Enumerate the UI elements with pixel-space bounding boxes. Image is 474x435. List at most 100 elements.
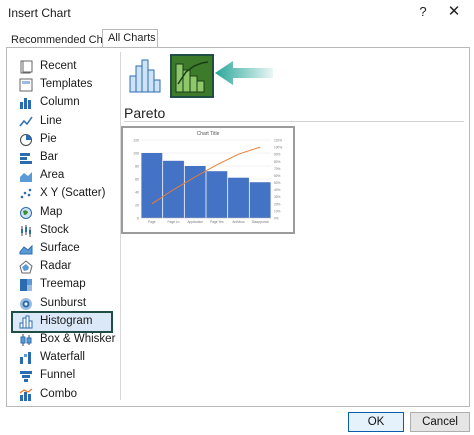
y-tick-label: 60 (135, 178, 139, 182)
histogram-subtype-icon[interactable] (127, 58, 163, 94)
preview-chart-title: Chart Title (196, 131, 220, 137)
sidebar-item-label: Funnel (40, 369, 76, 382)
map-chart-icon (19, 206, 33, 220)
sidebar-item-label: Waterfall (40, 351, 85, 364)
sidebar-item-label: Treemap (40, 278, 86, 291)
sidebar-item-label: Map (40, 205, 63, 218)
y2-tick-label: 90% (274, 153, 281, 157)
waterfall-chart-icon (19, 351, 33, 365)
sidebar-item-label: Recent (40, 60, 77, 72)
all-charts-panel: Recent Templates Column Line Pie Bar Area X Y (… (6, 47, 470, 407)
bar (228, 177, 249, 218)
sidebar-item-templates[interactable]: Templates (13, 76, 111, 94)
title-separator (124, 121, 464, 122)
x-tick-label: Application (187, 220, 203, 224)
y2-tick-label: 30% (274, 195, 281, 199)
sidebar-item-area[interactable]: Area (13, 167, 111, 185)
x-tick-label: Page Yes (210, 220, 224, 224)
sidebar-item-radar[interactable]: Radar (13, 258, 111, 276)
sidebar-item-column[interactable]: Column (13, 94, 111, 112)
sidebar-item-label: Bar (40, 151, 58, 163)
sidebar-item-label: X Y (Scatter) (40, 187, 106, 200)
treemap-chart-icon (19, 278, 33, 292)
help-button[interactable]: ? (412, 2, 434, 22)
pareto-chart: 0 20 40 60 80 100 120 0% 10% 20% 30% 40% 50% 60% 70% 80… (133, 139, 282, 225)
box-whisker-chart-icon (19, 333, 33, 347)
x-tick-label: Page Ln (168, 220, 180, 224)
sidebar-item-sunburst[interactable]: Sunburst (13, 295, 111, 313)
funnel-chart-icon (19, 369, 33, 383)
title-bar: Insert Chart ? ✕ (0, 0, 474, 26)
sidebar-item-label: Sunburst (40, 296, 87, 309)
y-tick-label: 80 (135, 165, 139, 169)
y2-tick-label: 0% (274, 217, 279, 221)
y2-tick-label: 100% (274, 146, 282, 150)
surface-chart-icon (19, 242, 33, 256)
sidebar-item-histogram[interactable]: Histogram (11, 310, 113, 333)
combo-chart-icon (19, 388, 33, 402)
pie-chart-icon (19, 133, 33, 147)
y2-tick-label: 10% (274, 209, 281, 213)
stock-chart-icon (19, 224, 33, 238)
sidebar-item-label: Combo (40, 387, 78, 400)
bar (249, 182, 271, 218)
sidebar-item-label: Column (40, 96, 80, 109)
y2-tick-label: 80% (274, 160, 281, 164)
sidebar-item-stock[interactable]: Stock (13, 222, 111, 240)
area-chart-icon (19, 169, 33, 183)
sidebar-item-recent[interactable]: Recent (13, 58, 111, 76)
sidebar-item-bar[interactable]: Bar (13, 149, 111, 167)
sidebar-item-label: Area (40, 169, 65, 182)
y2-tick-label: 60% (274, 174, 281, 178)
bar (206, 171, 228, 218)
pareto-subtype-icon[interactable] (170, 54, 214, 98)
y2-tick-label: 40% (274, 188, 281, 192)
sidebar-item-label: Pie (40, 132, 57, 145)
sidebar-item-treemap[interactable]: Treemap (13, 276, 111, 294)
scatter-chart-icon (19, 187, 33, 201)
y2-tick-label: 20% (274, 202, 281, 206)
arrow-icon (215, 60, 273, 89)
sidebar-item-x-y-scatter[interactable]: X Y (Scatter) (13, 185, 111, 203)
sidebar-item-label: Stock (40, 223, 69, 236)
x-tick-label: Disapproval (252, 220, 269, 224)
close-button[interactable]: ✕ (443, 2, 465, 22)
column-chart-icon (19, 96, 33, 110)
bar (141, 153, 163, 218)
sidebar-item-label: Histogram (40, 314, 93, 327)
y-tick-label: 0 (137, 217, 139, 221)
sidebar-item-surface[interactable]: Surface (13, 240, 111, 258)
selected-chart-title: Pareto (124, 105, 166, 121)
sidebar-item-waterfall[interactable]: Waterfall (13, 349, 111, 367)
y-tick-label: 100 (133, 152, 139, 156)
y2-tick-label: 110% (274, 139, 282, 143)
sidebar-item-line[interactable]: Line (13, 113, 111, 131)
chart-preview[interactable]: Chart Title 0 20 40 60 80 100 120 0% 10% 20% 30% 40… (121, 126, 295, 234)
histogram-chart-icon (19, 315, 33, 329)
templates-icon (19, 78, 33, 92)
sidebar-item-funnel[interactable]: Funnel (13, 367, 111, 385)
sidebar-item-label: Templates (40, 78, 93, 91)
recent-icon (19, 60, 33, 74)
y-tick-label: 40 (135, 191, 139, 195)
cancel-button[interactable]: Cancel (410, 412, 470, 432)
chart-type-list: Recent Templates Column Line Pie Bar Area X Y (… (11, 54, 117, 401)
bar (184, 166, 206, 218)
y-tick-label: 20 (135, 204, 139, 208)
y-tick-label: 120 (133, 139, 139, 143)
line-chart-icon (19, 115, 33, 129)
sidebar-item-label: Surface (40, 242, 80, 254)
sidebar-item-box-whisker[interactable]: Box & Whisker (13, 331, 115, 349)
sidebar-item-label: Box & Whisker (40, 333, 116, 345)
sidebar-item-combo[interactable]: Combo (13, 386, 111, 404)
sidebar-item-pie[interactable]: Pie (13, 131, 111, 149)
sidebar-item-label: Radar (40, 260, 72, 273)
y2-tick-label: 70% (274, 167, 281, 171)
sunburst-chart-icon (19, 297, 33, 311)
radar-chart-icon (19, 260, 33, 274)
x-tick-label: Page (148, 220, 156, 224)
ok-button[interactable]: OK (348, 412, 404, 432)
x-tick-label: Antivirus (232, 220, 245, 224)
sidebar-item-label: Line (40, 114, 62, 127)
sidebar-item-map[interactable]: Map (13, 204, 111, 222)
